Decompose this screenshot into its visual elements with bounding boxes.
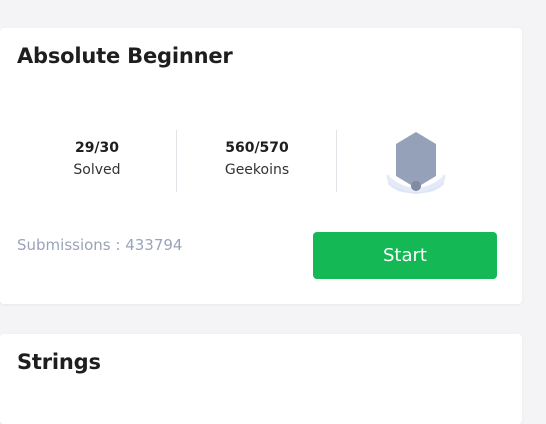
geekoins-label: Geekoins <box>224 162 290 178</box>
card-title: Strings <box>17 350 101 374</box>
geekoins-value: 560/570 <box>225 140 289 156</box>
track-card-absolute-beginner: Absolute Beginner 29/30 Solved 560/570 G… <box>0 28 522 304</box>
solved-stat: 29/30 Solved <box>17 140 177 178</box>
hexagon-medal-badge-icon <box>384 130 448 196</box>
start-button[interactable]: Start <box>313 232 497 279</box>
solved-value: 29/30 <box>74 140 120 156</box>
card-title: Absolute Beginner <box>17 44 233 68</box>
solved-label: Solved <box>73 162 121 178</box>
submissions-count: Submissions : 433794 <box>17 236 183 254</box>
geekoins-stat: 560/570 Geekoins <box>177 140 337 178</box>
stat-divider <box>336 130 337 192</box>
